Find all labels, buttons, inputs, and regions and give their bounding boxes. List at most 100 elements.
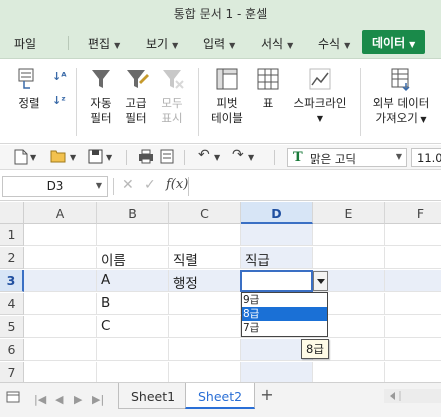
confirm-icon[interactable]: ✓ — [144, 177, 156, 193]
cell-c2[interactable]: 직렬 — [169, 247, 241, 269]
next-sheet-icon[interactable]: ▶ — [74, 393, 82, 406]
sort-descending-icon[interactable]: ↓ᶻ — [52, 94, 66, 107]
cell-a5[interactable] — [24, 316, 97, 338]
cell-d7[interactable] — [241, 362, 313, 382]
sparkline-button[interactable]: 스파크라인 ▼ — [290, 66, 350, 126]
cell-f5[interactable] — [385, 316, 441, 338]
cell-e7[interactable] — [313, 362, 385, 382]
cell-b6[interactable] — [97, 339, 169, 361]
font-name-select[interactable]: T 맑은 고딕 ▼ — [287, 148, 407, 167]
new-document-icon[interactable] — [14, 149, 28, 166]
cell-a4[interactable] — [24, 293, 97, 315]
row-header-7[interactable]: 7 — [0, 362, 24, 382]
cell-b3[interactable]: A — [97, 270, 169, 292]
cell-b2[interactable]: 이름 — [97, 247, 169, 269]
undo-icon[interactable]: ↶ — [198, 147, 210, 164]
cell-c3[interactable]: 행정 — [169, 270, 241, 292]
cell-e2[interactable] — [313, 247, 385, 269]
dropdown-option[interactable]: 9급 — [242, 293, 327, 307]
chevron-down-icon[interactable]: ▼ — [248, 153, 254, 170]
external-data-button[interactable]: 외부 데이터 가져오기 ▼ — [370, 66, 432, 127]
menu-format[interactable]: 서식 ▼ — [261, 35, 293, 52]
row-header-5[interactable]: 5 — [0, 316, 24, 338]
sheet-tab-sheet2[interactable]: Sheet2 — [185, 383, 256, 409]
font-size-select[interactable]: 11.0 — [411, 148, 441, 167]
cell-e1[interactable] — [313, 224, 385, 246]
save-icon[interactable] — [88, 149, 103, 166]
cell-c5[interactable] — [169, 316, 241, 338]
cell-f7[interactable] — [385, 362, 441, 382]
sort-ascending-icon[interactable]: ↓ᴬ — [52, 70, 67, 83]
prev-sheet-icon[interactable]: ◀ — [55, 393, 63, 406]
cell-c1[interactable] — [169, 224, 241, 246]
cell-a6[interactable] — [24, 339, 97, 361]
cell-a2[interactable] — [24, 247, 97, 269]
cell-a7[interactable] — [24, 362, 97, 382]
add-sheet-button[interactable]: + — [257, 387, 277, 405]
autofilter-button[interactable]: 자동 필터 — [86, 66, 116, 126]
cell-a3[interactable] — [24, 270, 97, 292]
select-all-corner[interactable] — [0, 202, 24, 224]
name-box[interactable]: D3 ▼ — [2, 176, 108, 197]
cell-b1[interactable] — [97, 224, 169, 246]
cell-a1[interactable] — [24, 224, 97, 246]
column-header-d[interactable]: D — [241, 202, 313, 224]
formula-input[interactable] — [188, 177, 189, 196]
cell-f1[interactable] — [385, 224, 441, 246]
cell-c7[interactable] — [169, 362, 241, 382]
menu-insert[interactable]: 입력 ▼ — [203, 35, 235, 52]
print-icon[interactable] — [138, 149, 154, 166]
menu-data[interactable]: 데이터 ▼ — [362, 30, 426, 54]
pivot-table-button[interactable]: 피벗 테이블 — [208, 66, 246, 126]
cell-f2[interactable] — [385, 247, 441, 269]
row-header-3[interactable]: 3 — [0, 270, 24, 292]
chevron-down-icon[interactable]: ▼ — [214, 153, 220, 170]
open-folder-icon[interactable] — [50, 149, 66, 166]
cell-b7[interactable] — [97, 362, 169, 382]
horizontal-scrollbar[interactable] — [384, 389, 441, 403]
row-header-2[interactable]: 2 — [0, 247, 24, 269]
cell-d1[interactable] — [241, 224, 313, 246]
column-header-f[interactable]: F — [385, 202, 441, 224]
table-button[interactable]: 표 — [253, 66, 283, 111]
column-header-e[interactable]: E — [313, 202, 385, 224]
advanced-filter-button[interactable]: 고급 필터 — [121, 66, 151, 126]
menu-formula[interactable]: 수식 ▼ — [318, 35, 350, 52]
cell-b5[interactable]: C — [97, 316, 169, 338]
cell-c6[interactable] — [169, 339, 241, 361]
redo-icon[interactable]: ↷ — [232, 147, 244, 164]
validation-dropdown-button[interactable] — [313, 271, 328, 291]
menu-file[interactable]: 파일 — [14, 35, 36, 52]
chevron-down-icon[interactable]: ▼ — [30, 153, 36, 170]
function-icon[interactable]: f(x) — [166, 177, 188, 192]
row-header-1[interactable]: 1 — [0, 224, 24, 246]
cell-c4[interactable] — [169, 293, 241, 315]
dropdown-option-selected[interactable]: 8급 — [242, 307, 327, 321]
first-sheet-icon[interactable]: |◀ — [34, 393, 46, 406]
column-header-c[interactable]: C — [169, 202, 241, 224]
cell-b4[interactable]: B — [97, 293, 169, 315]
chevron-down-icon[interactable]: ▼ — [106, 153, 112, 170]
column-header-a[interactable]: A — [24, 202, 97, 224]
row-header-6[interactable]: 6 — [0, 339, 24, 361]
cancel-icon[interactable]: ✕ — [122, 177, 134, 193]
active-cell-d3[interactable] — [240, 270, 313, 292]
sheet-list-icon[interactable] — [6, 391, 20, 406]
last-sheet-icon[interactable]: ▶| — [92, 393, 104, 406]
chevron-down-icon[interactable]: ▼ — [70, 153, 76, 170]
cell-f6[interactable] — [385, 339, 441, 361]
menu-edit[interactable]: 편집 ▼ — [88, 35, 120, 52]
cell-f3[interactable] — [385, 270, 441, 292]
row-header-4[interactable]: 4 — [0, 293, 24, 315]
dropdown-option[interactable]: 7급 — [242, 321, 327, 335]
menu-view[interactable]: 보기 ▼ — [146, 35, 178, 52]
print-preview-icon[interactable] — [160, 149, 174, 166]
show-all-button[interactable]: 모두 표시 — [157, 66, 187, 126]
spreadsheet-grid[interactable]: A B C D E F 1 2 3 4 5 6 7 이름 직렬 직급 A 행정 … — [0, 202, 441, 382]
column-header-b[interactable]: B — [97, 202, 169, 224]
cell-d2[interactable]: 직급 — [241, 247, 313, 269]
sort-button[interactable]: 정렬 — [12, 66, 46, 111]
cell-f4[interactable] — [385, 293, 441, 315]
sheet-tab-sheet1[interactable]: Sheet1 — [118, 383, 189, 409]
validation-dropdown-list[interactable]: 9급 8급 7급 — [241, 292, 328, 337]
